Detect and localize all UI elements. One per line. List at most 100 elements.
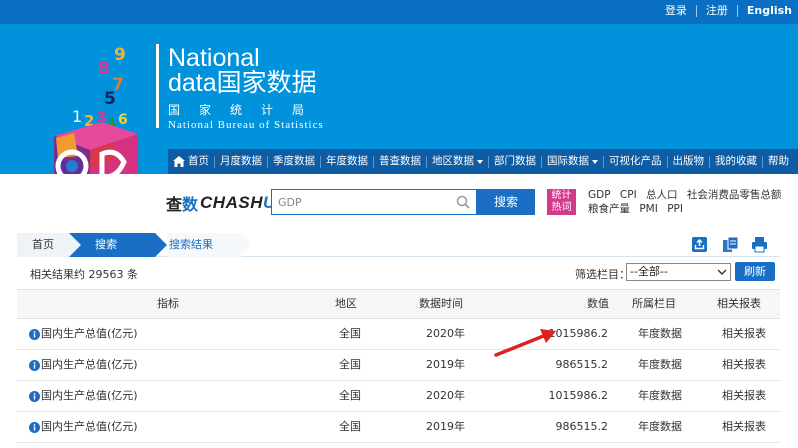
info-icon: [29, 328, 40, 340]
indicator-name: 国内生产总值(亿元): [41, 327, 138, 340]
indicator-cell[interactable]: 国内生产总值(亿元): [29, 350, 138, 380]
region-cell: 全国: [339, 358, 361, 371]
value-cell: 986515.2: [555, 358, 609, 371]
chevron-down-icon: [717, 269, 727, 275]
search-icon[interactable]: [456, 195, 470, 209]
cube-logo-icon: 9 8 7 5 1 2 3 4 6: [54, 45, 138, 174]
column-link[interactable]: 年度数据: [638, 350, 682, 380]
nav-item-monthly[interactable]: 月度数据: [215, 149, 267, 174]
hot-word-link[interactable]: 粮食产量: [588, 203, 630, 215]
breadcrumb-home[interactable]: 首页: [17, 233, 69, 257]
column-filter-select[interactable]: --全部--: [626, 263, 731, 281]
hot-word-link[interactable]: PMI: [639, 203, 658, 215]
cube-digit: 8: [98, 59, 110, 79]
indicator-cell[interactable]: 国内生产总值(亿元): [29, 319, 138, 349]
register-link[interactable]: 注册: [697, 4, 737, 18]
top-bar: 登录 注册 English: [0, 0, 798, 24]
search-input[interactable]: [272, 190, 452, 214]
bureau-name-cn: 国家统计局: [168, 103, 324, 117]
breadcrumb-arrow: [69, 233, 81, 257]
indicator-name: 国内生产总值(亿元): [41, 389, 138, 402]
brand-data-cn: 国家数据: [216, 69, 317, 97]
nav-item-favorites[interactable]: 我的收藏: [710, 149, 762, 174]
value-cell: 986515.2: [555, 420, 609, 433]
chashu-logo: 查数 CHASHU: [166, 190, 276, 216]
column-header-region: 地区: [335, 297, 357, 310]
login-link[interactable]: 登录: [656, 4, 696, 18]
breadcrumb-search[interactable]: 搜索: [69, 233, 155, 257]
hot-words-badge: 统计 热词: [547, 189, 576, 215]
print-icon[interactable]: [751, 236, 768, 253]
column-header-time: 数据时间: [419, 297, 463, 310]
hot-word-link[interactable]: PPI: [667, 203, 683, 215]
breadcrumb-arrow: [241, 233, 251, 257]
main-nav: 首页 月度数据 季度数据 年度数据 普查数据 地区数据 部门数据 国际数据 可视…: [168, 149, 798, 174]
related-report-link[interactable]: 相关报表: [722, 350, 766, 380]
indicator-cell[interactable]: 国内生产总值(亿元): [29, 381, 138, 411]
region-cell: 全国: [339, 420, 361, 433]
nav-item-department[interactable]: 部门数据: [489, 149, 541, 174]
time-cell: 2019年: [426, 420, 465, 433]
hot-word-link[interactable]: GDP: [588, 189, 611, 201]
nav-item-quarterly[interactable]: 季度数据: [268, 149, 320, 174]
refresh-button[interactable]: 刷新: [735, 262, 775, 281]
column-link[interactable]: 年度数据: [638, 319, 682, 349]
copy-icon[interactable]: [722, 236, 739, 253]
column-link[interactable]: 年度数据: [638, 412, 682, 442]
chashu-logo-cn: 查数: [166, 191, 198, 215]
nav-item-international[interactable]: 国际数据: [542, 149, 603, 174]
filter-selected-value: --全部--: [630, 265, 668, 278]
brand-data-word: data: [168, 69, 217, 97]
breadcrumb-arrow: [155, 233, 167, 257]
chevron-down-icon: [592, 159, 598, 164]
bureau-name-en: National Bureau of Statistics: [168, 119, 324, 131]
cube-digit: 9: [114, 45, 126, 65]
region-cell: 全国: [339, 389, 361, 402]
indicator-name: 国内生产总值(亿元): [41, 358, 138, 371]
filter-label: 筛选栏目：: [575, 268, 630, 281]
column-link[interactable]: 年度数据: [638, 381, 682, 411]
results-count: 相关结果约 29563 条: [30, 268, 138, 281]
cube-digit: 1: [72, 107, 82, 126]
cube-digit: 6: [118, 112, 128, 128]
english-link[interactable]: English: [738, 4, 794, 18]
time-cell: 2019年: [426, 358, 465, 371]
annotation-arrow-icon: [494, 329, 556, 357]
search-box: [271, 189, 477, 215]
indicator-cell[interactable]: 国内生产总值(亿元): [29, 412, 138, 442]
cube-digit: 5: [104, 89, 116, 109]
related-report-link[interactable]: 相关报表: [722, 381, 766, 411]
info-icon: [29, 390, 40, 402]
nav-item-regional[interactable]: 地区数据: [427, 149, 488, 174]
nav-label: 地区数据: [432, 155, 474, 167]
search-button[interactable]: 搜索: [477, 189, 535, 215]
nav-item-annual[interactable]: 年度数据: [321, 149, 373, 174]
related-report-link[interactable]: 相关报表: [722, 319, 766, 349]
brand-divider: [156, 44, 159, 128]
export-icon[interactable]: [691, 236, 708, 253]
table-row: 国内生产总值(亿元) 全国 2019年 986515.2 年度数据 相关报表: [17, 350, 780, 381]
brand-national: National: [168, 44, 260, 72]
chashu-logo-cn-a: 查: [166, 195, 183, 214]
hot-badge-line: 统计: [551, 190, 572, 201]
hot-word-link[interactable]: CPI: [620, 189, 637, 201]
hot-word-link[interactable]: 社会消费品零售总额: [687, 189, 782, 201]
related-report-link[interactable]: 相关报表: [722, 412, 766, 442]
nav-item-publications[interactable]: 出版物: [668, 149, 710, 174]
table-header: 指标 地区 数据时间 数值 所属栏目 相关报表: [17, 289, 780, 319]
breadcrumb-result: 搜索结果: [167, 233, 241, 257]
info-icon: [29, 421, 40, 433]
nav-item-help[interactable]: 帮助: [763, 149, 794, 174]
hot-word-link[interactable]: 总人口: [646, 189, 678, 201]
page: 登录 注册 English 9 8 7 5 1 2 3 4 6 National…: [0, 0, 798, 448]
chashu-logo-en-a: CHASH: [200, 193, 263, 212]
nav-item-census[interactable]: 普查数据: [374, 149, 426, 174]
nav-item-home[interactable]: 首页: [168, 149, 214, 174]
time-cell: 2020年: [426, 327, 465, 340]
nav-item-visualization[interactable]: 可视化产品: [604, 149, 667, 174]
top-links: 登录 注册 English: [656, 4, 794, 18]
chashu-logo-en: CHASHU: [200, 193, 276, 213]
table-row: 国内生产总值(亿元) 全国 2019年 986515.2 年度数据 相关报表: [17, 412, 780, 443]
breadcrumb: 首页 搜索 搜索结果: [17, 233, 780, 257]
region-cell: 全国: [339, 327, 361, 340]
